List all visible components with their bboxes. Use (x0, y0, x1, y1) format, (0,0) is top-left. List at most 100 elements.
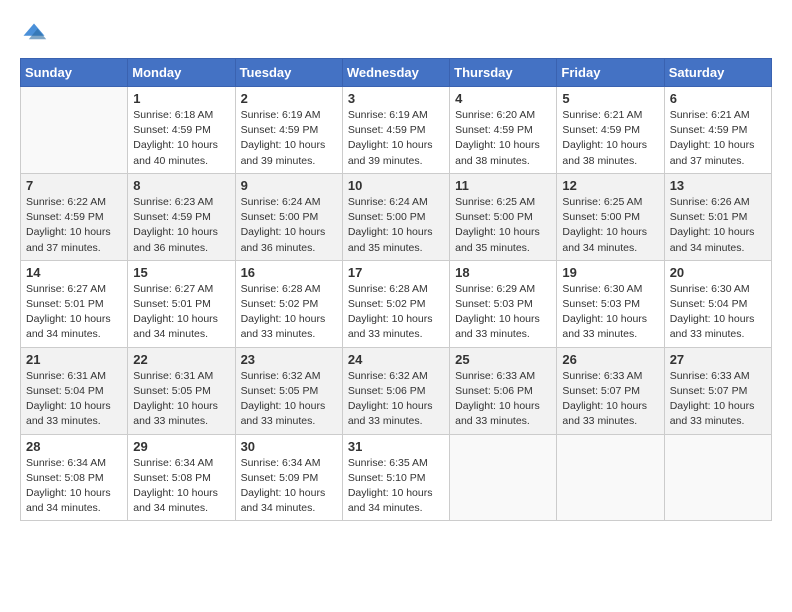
day-number: 4 (455, 91, 551, 106)
calendar-cell: 2Sunrise: 6:19 AMSunset: 4:59 PMDaylight… (235, 87, 342, 174)
calendar-week-row: 28 Sunrise: 6:34 AMSunset: 5:08 PMDayligh… (21, 434, 772, 521)
calendar-week-row: 21 Sunrise: 6:31 AMSunset: 5:04 PMDayligh… (21, 347, 772, 434)
day-number: 31 (348, 439, 444, 454)
day-number: 20 (670, 265, 766, 280)
col-header-wednesday: Wednesday (342, 59, 449, 87)
day-info: Sunrise: 6:21 AMSunset: 4:59 PMDaylight:… (670, 108, 766, 169)
calendar-cell: 27 Sunrise: 6:33 AMSunset: 5:07 PMDayligh… (664, 347, 771, 434)
calendar-cell: 25 Sunrise: 6:33 AMSunset: 5:06 PMDayligh… (450, 347, 557, 434)
calendar-cell: 4 Sunrise: 6:20 AMSunset: 4:59 PMDaylight… (450, 87, 557, 174)
calendar-cell: 24Sunrise: 6:32 AMSunset: 5:06 PMDayligh… (342, 347, 449, 434)
day-info: Sunrise: 6:34 AMSunset: 5:09 PMDaylight:… (241, 456, 337, 517)
calendar-cell: 22Sunrise: 6:31 AMSunset: 5:05 PMDayligh… (128, 347, 235, 434)
day-info: Sunrise: 6:23 AMSunset: 4:59 PMDaylight:… (133, 195, 229, 256)
calendar-week-row: 1Sunrise: 6:18 AMSunset: 4:59 PMDaylight… (21, 87, 772, 174)
day-number: 13 (670, 178, 766, 193)
calendar-cell: 19 Sunrise: 6:30 AMSunset: 5:03 PMDayligh… (557, 260, 664, 347)
day-number: 10 (348, 178, 444, 193)
day-number: 24 (348, 352, 444, 367)
calendar-cell: 23 Sunrise: 6:32 AMSunset: 5:05 PMDayligh… (235, 347, 342, 434)
logo-icon (20, 20, 48, 48)
calendar-cell: 9 Sunrise: 6:24 AMSunset: 5:00 PMDaylight… (235, 173, 342, 260)
calendar-cell: 21 Sunrise: 6:31 AMSunset: 5:04 PMDayligh… (21, 347, 128, 434)
logo (20, 20, 52, 48)
day-number: 2 (241, 91, 337, 106)
day-number: 27 (670, 352, 766, 367)
day-number: 18 (455, 265, 551, 280)
calendar-week-row: 7Sunrise: 6:22 AMSunset: 4:59 PMDaylight… (21, 173, 772, 260)
day-info: Sunrise: 6:20 AMSunset: 4:59 PMDaylight:… (455, 108, 551, 169)
day-info: Sunrise: 6:27 AMSunset: 5:01 PMDaylight:… (26, 282, 122, 343)
day-number: 11 (455, 178, 551, 193)
calendar-cell (664, 434, 771, 521)
day-info: Sunrise: 6:25 AMSunset: 5:00 PMDaylight:… (562, 195, 658, 256)
calendar-header-row: SundayMondayTuesdayWednesdayThursdayFrid… (21, 59, 772, 87)
day-number: 22 (133, 352, 229, 367)
day-number: 16 (241, 265, 337, 280)
calendar-cell: 11 Sunrise: 6:25 AMSunset: 5:00 PMDayligh… (450, 173, 557, 260)
calendar-table: SundayMondayTuesdayWednesdayThursdayFrid… (20, 58, 772, 521)
calendar-cell (557, 434, 664, 521)
day-info: Sunrise: 6:25 AMSunset: 5:00 PMDaylight:… (455, 195, 551, 256)
calendar-cell: 13 Sunrise: 6:26 AMSunset: 5:01 PMDayligh… (664, 173, 771, 260)
day-info: Sunrise: 6:31 AMSunset: 5:04 PMDaylight:… (26, 369, 122, 430)
calendar-cell: 10 Sunrise: 6:24 AMSunset: 5:00 PMDayligh… (342, 173, 449, 260)
day-number: 28 (26, 439, 122, 454)
day-info: Sunrise: 6:33 AMSunset: 5:07 PMDaylight:… (562, 369, 658, 430)
calendar-cell: 14 Sunrise: 6:27 AMSunset: 5:01 PMDayligh… (21, 260, 128, 347)
day-info: Sunrise: 6:28 AMSunset: 5:02 PMDaylight:… (348, 282, 444, 343)
day-number: 9 (241, 178, 337, 193)
calendar-cell: 8 Sunrise: 6:23 AMSunset: 4:59 PMDaylight… (128, 173, 235, 260)
day-info: Sunrise: 6:30 AMSunset: 5:03 PMDaylight:… (562, 282, 658, 343)
calendar-cell: 26 Sunrise: 6:33 AMSunset: 5:07 PMDayligh… (557, 347, 664, 434)
day-number: 26 (562, 352, 658, 367)
day-info: Sunrise: 6:34 AMSunset: 5:08 PMDaylight:… (133, 456, 229, 517)
day-info: Sunrise: 6:32 AMSunset: 5:05 PMDaylight:… (241, 369, 337, 430)
day-number: 5 (562, 91, 658, 106)
day-number: 21 (26, 352, 122, 367)
day-info: Sunrise: 6:35 AMSunset: 5:10 PMDaylight:… (348, 456, 444, 517)
calendar-cell: 29 Sunrise: 6:34 AMSunset: 5:08 PMDayligh… (128, 434, 235, 521)
col-header-thursday: Thursday (450, 59, 557, 87)
day-info: Sunrise: 6:33 AMSunset: 5:06 PMDaylight:… (455, 369, 551, 430)
calendar-cell: 30Sunrise: 6:34 AMSunset: 5:09 PMDayligh… (235, 434, 342, 521)
day-number: 12 (562, 178, 658, 193)
day-info: Sunrise: 6:19 AMSunset: 4:59 PMDaylight:… (348, 108, 444, 169)
day-info: Sunrise: 6:21 AMSunset: 4:59 PMDaylight:… (562, 108, 658, 169)
day-number: 17 (348, 265, 444, 280)
day-info: Sunrise: 6:29 AMSunset: 5:03 PMDaylight:… (455, 282, 551, 343)
day-number: 3 (348, 91, 444, 106)
day-number: 8 (133, 178, 229, 193)
day-info: Sunrise: 6:24 AMSunset: 5:00 PMDaylight:… (348, 195, 444, 256)
day-number: 14 (26, 265, 122, 280)
day-info: Sunrise: 6:26 AMSunset: 5:01 PMDaylight:… (670, 195, 766, 256)
day-info: Sunrise: 6:22 AMSunset: 4:59 PMDaylight:… (26, 195, 122, 256)
calendar-cell: 28 Sunrise: 6:34 AMSunset: 5:08 PMDayligh… (21, 434, 128, 521)
calendar-cell: 20Sunrise: 6:30 AMSunset: 5:04 PMDayligh… (664, 260, 771, 347)
day-number: 15 (133, 265, 229, 280)
calendar-cell: 17 Sunrise: 6:28 AMSunset: 5:02 PMDayligh… (342, 260, 449, 347)
calendar-cell (450, 434, 557, 521)
day-number: 6 (670, 91, 766, 106)
calendar-cell: 7Sunrise: 6:22 AMSunset: 4:59 PMDaylight… (21, 173, 128, 260)
page-header (20, 20, 772, 48)
day-number: 25 (455, 352, 551, 367)
calendar-cell: 5 Sunrise: 6:21 AMSunset: 4:59 PMDaylight… (557, 87, 664, 174)
calendar-cell: 31 Sunrise: 6:35 AMSunset: 5:10 PMDayligh… (342, 434, 449, 521)
day-number: 1 (133, 91, 229, 106)
day-info: Sunrise: 6:33 AMSunset: 5:07 PMDaylight:… (670, 369, 766, 430)
day-info: Sunrise: 6:27 AMSunset: 5:01 PMDaylight:… (133, 282, 229, 343)
day-info: Sunrise: 6:34 AMSunset: 5:08 PMDaylight:… (26, 456, 122, 517)
day-info: Sunrise: 6:24 AMSunset: 5:00 PMDaylight:… (241, 195, 337, 256)
day-number: 19 (562, 265, 658, 280)
col-header-friday: Friday (557, 59, 664, 87)
day-number: 23 (241, 352, 337, 367)
col-header-sunday: Sunday (21, 59, 128, 87)
calendar-cell (21, 87, 128, 174)
calendar-week-row: 14 Sunrise: 6:27 AMSunset: 5:01 PMDayligh… (21, 260, 772, 347)
calendar-cell: 16 Sunrise: 6:28 AMSunset: 5:02 PMDayligh… (235, 260, 342, 347)
calendar-cell: 18 Sunrise: 6:29 AMSunset: 5:03 PMDayligh… (450, 260, 557, 347)
day-number: 29 (133, 439, 229, 454)
day-info: Sunrise: 6:28 AMSunset: 5:02 PMDaylight:… (241, 282, 337, 343)
col-header-tuesday: Tuesday (235, 59, 342, 87)
